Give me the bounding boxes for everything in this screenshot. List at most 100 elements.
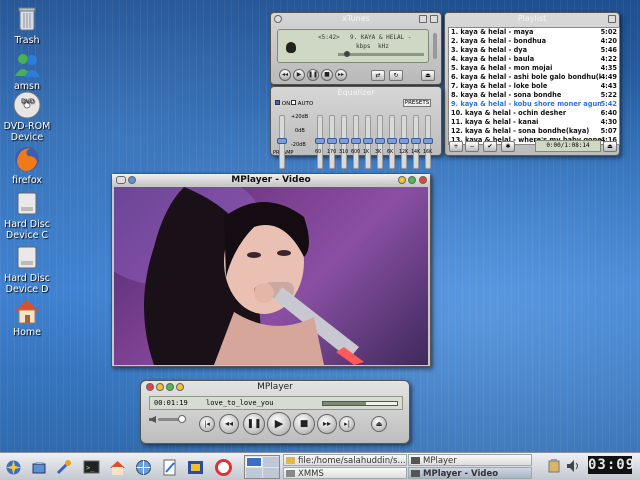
repeat-button[interactable]: ↻ bbox=[389, 70, 403, 81]
volume-slider[interactable] bbox=[158, 415, 186, 423]
playlist-item[interactable]: 8. kaya & helal - sona bondhe 5:22 bbox=[449, 91, 619, 100]
playlist-eject-button[interactable]: ⏏ bbox=[603, 141, 617, 152]
pager-desktop-4[interactable] bbox=[263, 468, 279, 478]
desktop-pager[interactable] bbox=[244, 455, 280, 479]
fullscreen-icon[interactable] bbox=[176, 383, 184, 391]
desktop-icon-trash[interactable]: Trash bbox=[0, 4, 54, 46]
desktop-icon-firefox[interactable]: firefox bbox=[0, 144, 54, 186]
stop-button[interactable]: ■ bbox=[321, 69, 333, 81]
close-icon[interactable] bbox=[146, 383, 154, 391]
eq-slider-knob[interactable] bbox=[339, 138, 349, 144]
play-button[interactable]: ▶ bbox=[267, 412, 291, 436]
skip-forward-button[interactable]: ▸| bbox=[339, 416, 355, 432]
minimize-icon[interactable] bbox=[398, 176, 406, 184]
eq-band-slider[interactable] bbox=[327, 115, 337, 169]
eq-band-slider[interactable] bbox=[399, 115, 409, 169]
eq-slider-knob[interactable] bbox=[315, 138, 325, 144]
pager-desktop-2[interactable] bbox=[263, 457, 279, 467]
xtunes-titlebar[interactable]: xTunes bbox=[271, 13, 441, 25]
eq-slider-knob[interactable] bbox=[399, 138, 409, 144]
pause-button[interactable]: ❚❚ bbox=[307, 69, 319, 81]
eq-band-slider[interactable] bbox=[387, 115, 397, 169]
playlist-item[interactable]: 7. kaya & helal - loke bole 4:43 bbox=[449, 82, 619, 91]
terminal-icon[interactable]: >_ bbox=[82, 458, 101, 477]
add-button[interactable]: + bbox=[449, 141, 463, 152]
playlist-item[interactable]: 1. kaya & helal - maya 5:02 bbox=[449, 28, 619, 37]
eq-band-slider[interactable] bbox=[423, 115, 433, 169]
task-xmms[interactable]: XMMS bbox=[283, 467, 407, 479]
rewind-button[interactable]: ◂◂ bbox=[219, 414, 239, 434]
network-icon[interactable] bbox=[134, 458, 153, 477]
eq-on-checkbox[interactable]: ON bbox=[275, 100, 290, 107]
maximize-icon[interactable] bbox=[608, 15, 616, 23]
paint-icon[interactable] bbox=[30, 458, 49, 477]
minimize-icon[interactable] bbox=[419, 15, 427, 23]
eq-preamp-slider[interactable] bbox=[277, 115, 287, 169]
select-button[interactable]: ✔ bbox=[483, 141, 497, 152]
kde-menu-icon[interactable] bbox=[4, 458, 23, 477]
mail-icon[interactable] bbox=[186, 458, 205, 477]
help-icon[interactable] bbox=[214, 458, 233, 477]
playlist-item[interactable]: 9. kaya & helal - kobu shore moner agun 5… bbox=[449, 100, 619, 109]
playlist-list[interactable]: 1. kaya & helal - maya 5:02 2. kaya & hela… bbox=[448, 27, 620, 145]
eq-presets-button[interactable]: PRESETS bbox=[403, 99, 431, 107]
eq-band-slider[interactable] bbox=[375, 115, 385, 169]
eq-band-slider[interactable] bbox=[339, 115, 349, 169]
playlist-item[interactable]: 12. kaya & helal - sona bondhe(kaya) 5:07 bbox=[449, 127, 619, 136]
desktop-icon-hard-disc-c[interactable]: Hard Disc Device C bbox=[0, 188, 54, 241]
tray-clipboard-icon[interactable] bbox=[548, 459, 560, 473]
xtunes-seek-bar[interactable] bbox=[338, 51, 424, 57]
eq-slider-knob[interactable] bbox=[411, 138, 421, 144]
minimize-icon[interactable] bbox=[156, 383, 164, 391]
eq-auto-checkbox[interactable]: AUTO bbox=[291, 100, 313, 107]
shade-icon[interactable] bbox=[128, 176, 136, 184]
pause-button[interactable]: ❚❚ bbox=[243, 413, 265, 435]
maximize-icon[interactable] bbox=[430, 15, 438, 23]
desktop-icon-home[interactable]: Home bbox=[0, 296, 54, 338]
eq-slider-knob[interactable] bbox=[277, 138, 287, 144]
eject-button[interactable]: ⏏ bbox=[421, 70, 435, 81]
xtunes-seek-knob[interactable] bbox=[344, 51, 350, 57]
task-file-browser[interactable]: file:/home/salahuddin/s... bbox=[283, 454, 407, 466]
playlist-item[interactable]: 11. kaya & helal - kanai 4:30 bbox=[449, 118, 619, 127]
playlist-item[interactable]: 10. kaya & helal - ochin desher 6:40 bbox=[449, 109, 619, 118]
menu-icon[interactable] bbox=[116, 176, 126, 184]
eq-slider-knob[interactable] bbox=[351, 138, 361, 144]
task-mplayer[interactable]: MPlayer bbox=[408, 454, 532, 466]
eq-slider-knob[interactable] bbox=[375, 138, 385, 144]
stop-button[interactable]: ■ bbox=[293, 413, 315, 435]
editor-icon[interactable] bbox=[160, 458, 179, 477]
desktop-icon-hard-disc-d[interactable]: Hard Disc Device D bbox=[0, 242, 54, 295]
close-icon[interactable] bbox=[419, 176, 427, 184]
video-titlebar[interactable]: MPlayer - Video bbox=[112, 174, 430, 186]
mplayer-titlebar[interactable]: MPlayer bbox=[141, 381, 409, 393]
playlist-item[interactable]: 6. kaya & helal - ashi bole galo bondhu(… bbox=[449, 73, 619, 82]
equalizer-titlebar[interactable]: Equalizer bbox=[271, 87, 441, 99]
desktop-icon-amsn[interactable]: amsn bbox=[0, 50, 54, 92]
misc-button[interactable]: ✱ bbox=[501, 141, 515, 152]
shuffle-button[interactable]: ⇄ bbox=[371, 70, 385, 81]
play-button[interactable]: ▶ bbox=[293, 69, 305, 81]
eq-slider-knob[interactable] bbox=[423, 138, 433, 144]
video-frame[interactable] bbox=[114, 187, 428, 365]
pager-desktop-1[interactable] bbox=[246, 457, 262, 467]
desktop-icon-dvd-rom[interactable]: DVD DVD-ROM Device bbox=[0, 90, 54, 143]
eq-slider-knob[interactable] bbox=[363, 138, 373, 144]
playlist-item[interactable]: 4. kaya & helal - baula 4:22 bbox=[449, 55, 619, 64]
eq-band-slider[interactable] bbox=[315, 115, 325, 169]
fast-forward-button[interactable]: ▸▸ bbox=[317, 414, 337, 434]
skip-back-button[interactable]: |◂ bbox=[199, 416, 215, 432]
close-icon[interactable] bbox=[274, 15, 282, 23]
eject-button[interactable]: ⏏ bbox=[371, 416, 387, 432]
maximize-icon[interactable] bbox=[166, 383, 174, 391]
eq-band-slider[interactable] bbox=[351, 115, 361, 169]
playlist-titlebar[interactable]: Playlist bbox=[445, 13, 619, 25]
task-mplayer-video[interactable]: MPlayer - Video bbox=[408, 467, 532, 479]
volume-knob[interactable] bbox=[178, 415, 186, 423]
taskbar-clock[interactable]: 03:09 bbox=[588, 456, 634, 474]
tools-icon[interactable] bbox=[54, 458, 73, 477]
playlist-item[interactable]: 5. kaya & helal - mon mojai 4:35 bbox=[449, 64, 619, 73]
eq-slider-knob[interactable] bbox=[327, 138, 337, 144]
pager-desktop-3[interactable] bbox=[246, 468, 262, 478]
next-button[interactable]: ▸▸ bbox=[335, 69, 347, 81]
